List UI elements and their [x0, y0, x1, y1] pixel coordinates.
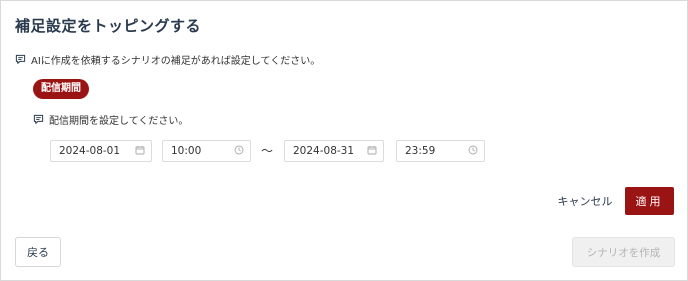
- start-time-input[interactable]: 10:00: [162, 140, 251, 162]
- page-hint-text: AIに作成を依頼するシナリオの補足があれば設定してください。: [31, 55, 321, 67]
- end-date-input[interactable]: 2024-08-31: [284, 140, 384, 162]
- page-hint: AIに作成を依頼するシナリオの補足があれば設定してください。: [15, 52, 321, 67]
- section-hint: 配信期間を設定してください。: [33, 112, 189, 127]
- section-hint-text: 配信期間を設定してください。: [49, 115, 189, 127]
- create-scenario-button[interactable]: シナリオを作成: [572, 237, 675, 267]
- period-separator: 〜: [261, 144, 274, 158]
- end-date-value: 2024-08-31: [293, 145, 355, 157]
- apply-button[interactable]: 適用: [625, 187, 674, 215]
- back-button[interactable]: 戻る: [15, 237, 61, 267]
- start-date-value: 2024-08-01: [59, 145, 121, 157]
- section-badge: 配信期間: [33, 79, 89, 99]
- topping-panel: 補足設定をトッピングする AIに作成を依頼するシナリオの補足があれば設定してくだ…: [0, 0, 688, 281]
- chat-icon: [33, 114, 44, 125]
- chat-icon: [15, 54, 26, 65]
- clock-icon[interactable]: [234, 145, 244, 158]
- calendar-icon[interactable]: [367, 145, 377, 158]
- end-time-input[interactable]: 23:59: [396, 140, 485, 162]
- end-time-value: 23:59: [405, 145, 436, 157]
- page-title: 補足設定をトッピングする: [15, 17, 202, 35]
- cancel-button[interactable]: キャンセル: [549, 187, 621, 215]
- start-date-input[interactable]: 2024-08-01: [50, 140, 152, 162]
- calendar-icon[interactable]: [135, 145, 145, 158]
- clock-icon[interactable]: [468, 145, 478, 158]
- start-time-value: 10:00: [171, 145, 202, 157]
